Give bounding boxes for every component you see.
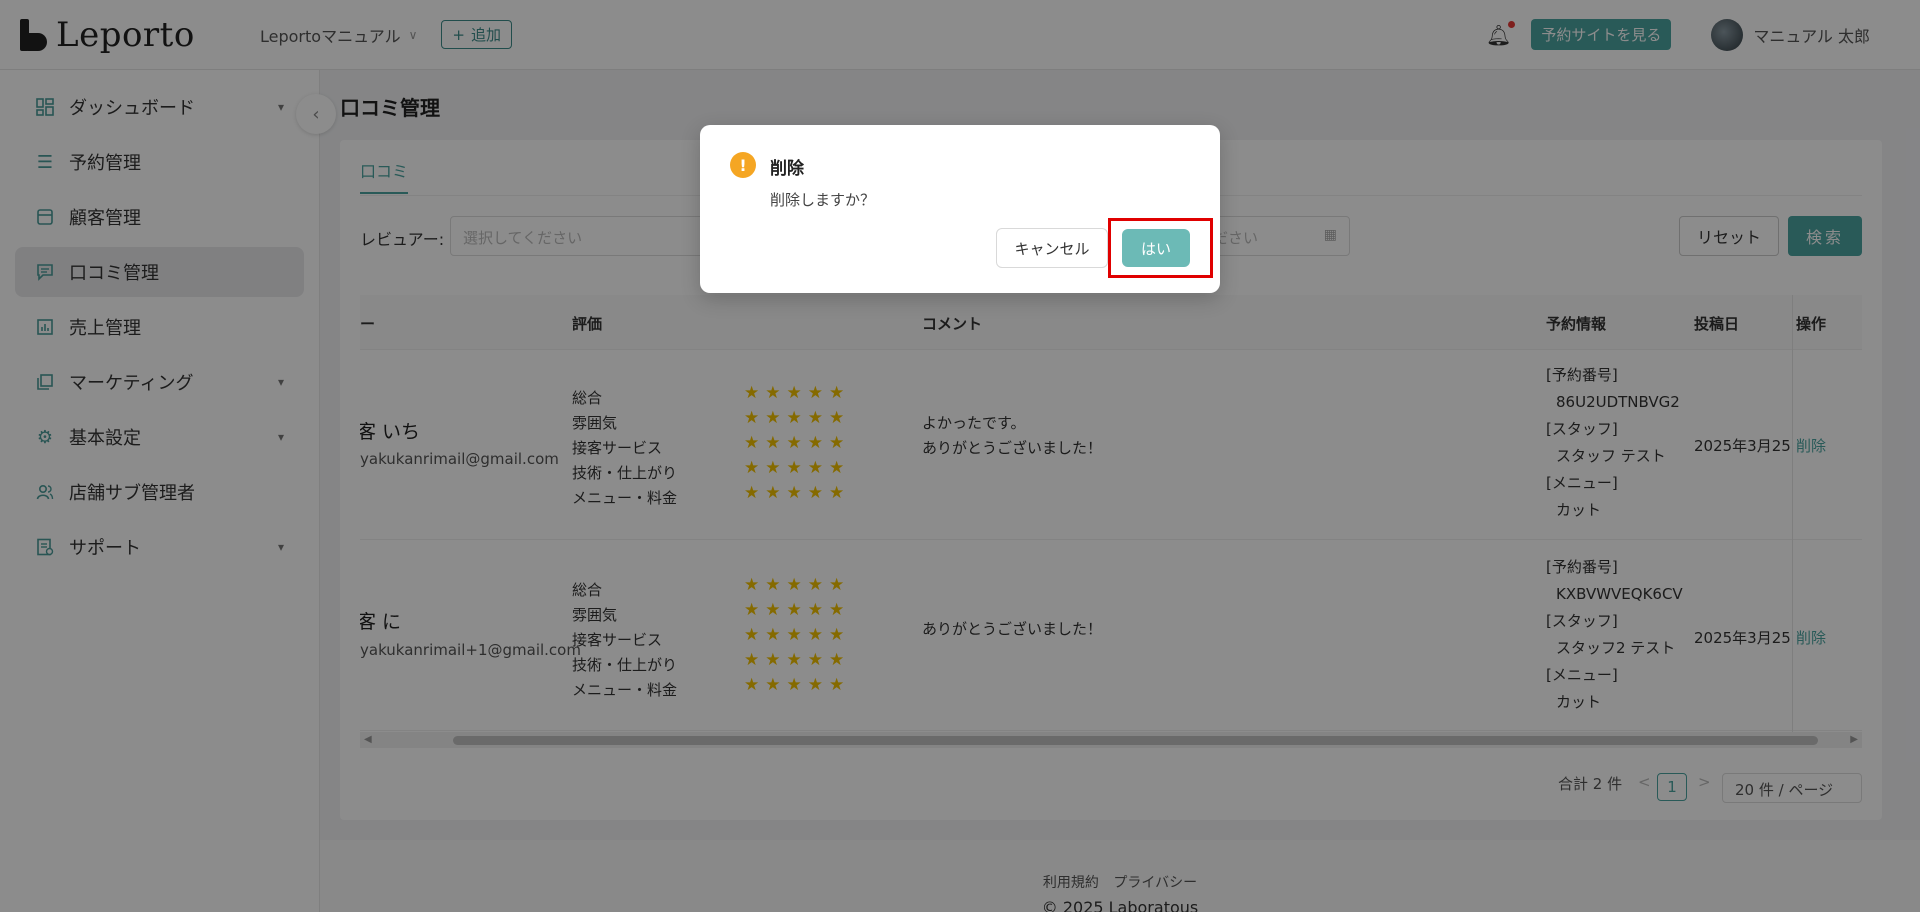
warning-icon: ! — [730, 152, 756, 178]
highlight-box — [1108, 218, 1213, 278]
dialog-title: 削除 — [770, 159, 804, 179]
delete-confirm-dialog: ! 削除 削除しますか？ キャンセル はい — [700, 125, 1220, 293]
dialog-message: 削除しますか？ — [770, 191, 876, 209]
cancel-button[interactable]: キャンセル — [996, 228, 1108, 268]
